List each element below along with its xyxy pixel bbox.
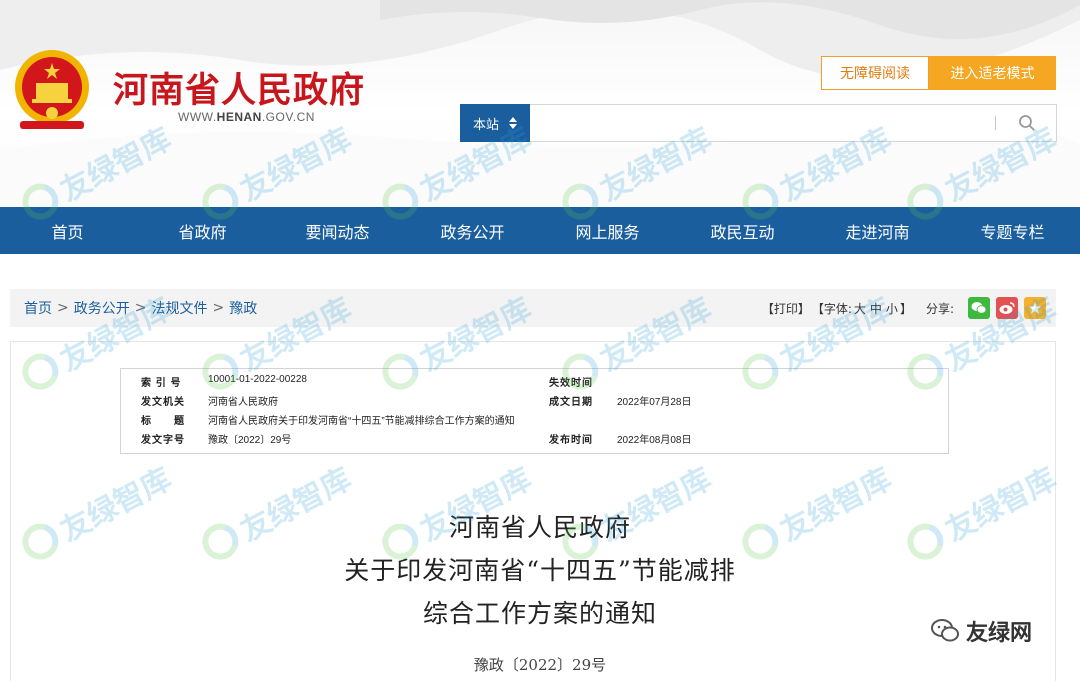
font-size-large-link[interactable]: 大 — [854, 300, 866, 317]
site-url: WWW.HENAN.GOV.CN — [178, 110, 315, 124]
document-title-line-1: 河南省人民政府 — [448, 513, 631, 542]
search-button[interactable] — [1014, 110, 1040, 136]
search-input[interactable] — [530, 104, 1057, 142]
search-scope-label: 本站 — [472, 117, 499, 133]
document-metadata-table: 索 引 号 10001-01-2022-00228 失效时间 发文机关 河南省人… — [120, 368, 949, 454]
nav-item-special-topics[interactable]: 专题专栏 — [945, 207, 1080, 254]
breadcrumb-link-regulations[interactable]: 法规文件 — [151, 298, 207, 318]
nav-item-provincial-government[interactable]: 省政府 — [135, 207, 270, 254]
font-size-small-link[interactable]: 小 — [886, 300, 898, 317]
font-size-medium-link[interactable]: 中 — [870, 300, 882, 317]
share-favorite-button[interactable] — [1024, 297, 1046, 319]
share-label: 分享: — [925, 301, 954, 316]
doc-number-label: 发文字号 — [141, 435, 185, 446]
corner-brand-text: 友绿网 — [966, 621, 1033, 646]
font-size-prefix: 【字体: — [811, 301, 852, 316]
published-date-value: 2022年08月08日 — [617, 435, 692, 446]
site-url-suffix: .GOV.CN — [261, 110, 315, 124]
search-icon — [1019, 115, 1035, 131]
search-scope-select[interactable]: 本站 — [460, 104, 530, 142]
index-number-value: 10001-01-2022-00228 — [208, 374, 307, 385]
breadcrumb-separator: > — [57, 300, 69, 316]
national-emblem-logo — [15, 50, 89, 129]
breadcrumb-separator: > — [212, 300, 225, 316]
created-date-label: 成文日期 — [549, 397, 593, 408]
document-number: 豫政〔2022〕29号 — [473, 656, 607, 674]
breadcrumb-link-yuzheng[interactable]: 豫政 — [229, 298, 257, 318]
site-url-domain: HENAN — [216, 110, 262, 124]
site-title[interactable]: 河南省人民政府 — [113, 62, 365, 113]
corner-brand: 友绿网 — [930, 615, 1032, 647]
print-link[interactable]: 【打印】 — [762, 300, 810, 317]
breadcrumb-link-home[interactable]: 首页 — [24, 298, 52, 318]
nav-item-online-services[interactable]: 网上服务 — [540, 207, 675, 254]
sort-arrows-icon — [509, 117, 517, 129]
nav-item-interaction[interactable]: 政民互动 — [675, 207, 810, 254]
doc-title-label: 标 题 — [141, 416, 185, 427]
doc-title-value: 河南省人民政府关于印发河南省“十四五”节能减排综合工作方案的通知 — [208, 416, 515, 427]
issuer-label: 发文机关 — [141, 397, 185, 408]
created-date-value: 2022年07月28日 — [617, 397, 692, 408]
document-title-line-2: 关于印发河南省“十四五”节能减排 — [344, 556, 736, 585]
wechat-icon — [971, 302, 987, 314]
index-number-label: 索 引 号 — [141, 378, 182, 389]
search-divider — [995, 116, 996, 130]
share-wechat-button[interactable] — [968, 297, 990, 319]
breadcrumb-link-government-affairs[interactable]: 政务公开 — [74, 298, 130, 318]
breadcrumb-separator: > — [134, 300, 147, 316]
nav-item-government-affairs[interactable]: 政务公开 — [405, 207, 540, 254]
document-title-line-3: 综合工作方案的通知 — [422, 599, 657, 628]
share-weibo-button[interactable] — [996, 297, 1018, 319]
issuer-value: 河南省人民政府 — [208, 397, 278, 408]
breadcrumb: 首页 > 政务公开 > 法规文件 > 豫政 — [24, 298, 257, 318]
doc-number-value: 豫政〔2022〕29号 — [208, 435, 292, 446]
site-url-prefix: WWW. — [178, 110, 217, 124]
elder-mode-button[interactable]: 进入适老模式 — [929, 56, 1056, 90]
expiry-date-label: 失效时间 — [549, 378, 593, 389]
nav-item-about-henan[interactable]: 走进河南 — [810, 207, 945, 254]
wechat-outline-icon — [931, 619, 959, 642]
published-date-label: 发布时间 — [549, 435, 593, 446]
breadcrumb-bar: 首页 > 政务公开 > 法规文件 > 豫政 【打印】 【字体: 大 中 小 】 … — [10, 289, 1056, 327]
font-size-suffix: 】 — [899, 301, 912, 316]
site-header: 河南省人民政府 WWW.HENAN.GOV.CN 无障碍阅读 进入适老模式 本站 — [0, 0, 1080, 207]
nav-item-home[interactable]: 首页 — [0, 207, 135, 254]
star-icon — [1028, 302, 1042, 314]
main-nav: 首页 省政府 要闻动态 政务公开 网上服务 政民互动 走进河南 专题专栏 — [0, 207, 1080, 254]
weibo-icon — [999, 302, 1015, 314]
nav-item-news[interactable]: 要闻动态 — [270, 207, 405, 254]
accessibility-reading-button[interactable]: 无障碍阅读 — [821, 56, 929, 90]
page-tools: 【打印】 【字体: 大 中 小 】 分享: — [760, 289, 1046, 327]
